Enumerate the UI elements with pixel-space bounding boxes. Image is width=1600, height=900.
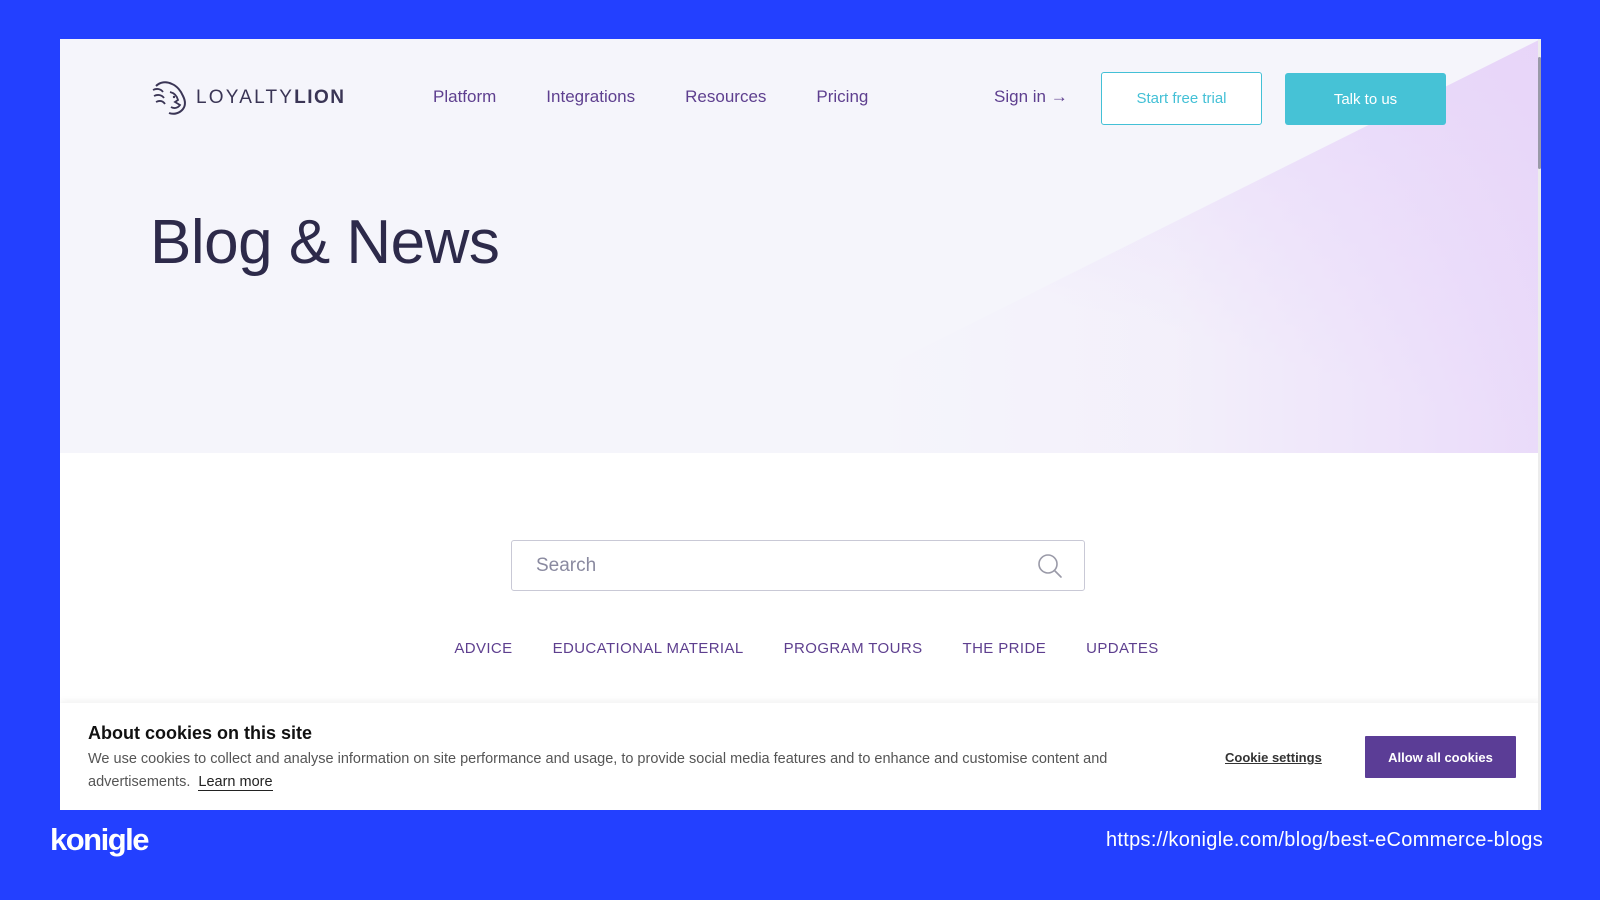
nav-resources[interactable]: Resources xyxy=(685,87,766,107)
talk-to-us-button[interactable]: Talk to us xyxy=(1285,73,1446,125)
category-educational-material[interactable]: EDUCATIONAL MATERIAL xyxy=(553,640,744,657)
learn-more-link[interactable]: Learn more xyxy=(198,774,273,791)
lion-logo-icon xyxy=(152,81,186,115)
category-updates[interactable]: UPDATES xyxy=(1086,640,1159,657)
browser-viewport: LOYALTYLION Platform Integrations Resour… xyxy=(60,39,1541,810)
category-filters: ADVICE EDUCATIONAL MATERIAL PROGRAM TOUR… xyxy=(60,640,1541,657)
cookie-banner: About cookies on this site We use cookie… xyxy=(60,703,1541,810)
nav-pricing[interactable]: Pricing xyxy=(816,87,868,107)
logo-wordmark: LOYALTYLION xyxy=(196,87,346,108)
category-the-pride[interactable]: THE PRIDE xyxy=(963,640,1047,657)
page-title: Blog & News xyxy=(150,208,500,277)
nav-integrations[interactable]: Integrations xyxy=(546,87,635,107)
cookie-settings-link[interactable]: Cookie settings xyxy=(1225,750,1322,765)
allow-all-cookies-button[interactable]: Allow all cookies xyxy=(1365,736,1516,778)
nav-platform[interactable]: Platform xyxy=(433,87,496,107)
site-logo[interactable]: LOYALTYLION xyxy=(150,78,346,118)
start-free-trial-button[interactable]: Start free trial xyxy=(1101,72,1262,125)
search-input[interactable] xyxy=(536,554,1036,577)
search-icon[interactable] xyxy=(1036,552,1064,580)
cookie-banner-title: About cookies on this site xyxy=(88,723,313,743)
main-nav: Platform Integrations Resources Pricing xyxy=(433,87,918,107)
hero-section: LOYALTYLION Platform Integrations Resour… xyxy=(60,39,1541,453)
category-advice[interactable]: ADVICE xyxy=(454,640,512,657)
scrollbar-thumb[interactable] xyxy=(1538,57,1541,169)
cookie-banner-text: We use cookies to collect and analyse in… xyxy=(88,751,1108,791)
konigle-brand-logo: konigle xyxy=(50,822,150,857)
sign-in-link[interactable]: Sign in → xyxy=(994,87,1068,107)
search-box xyxy=(511,540,1085,591)
source-url: https://konigle.com/blog/best-eCommerce-… xyxy=(1105,829,1543,851)
category-program-tours[interactable]: PROGRAM TOURS xyxy=(784,640,923,657)
